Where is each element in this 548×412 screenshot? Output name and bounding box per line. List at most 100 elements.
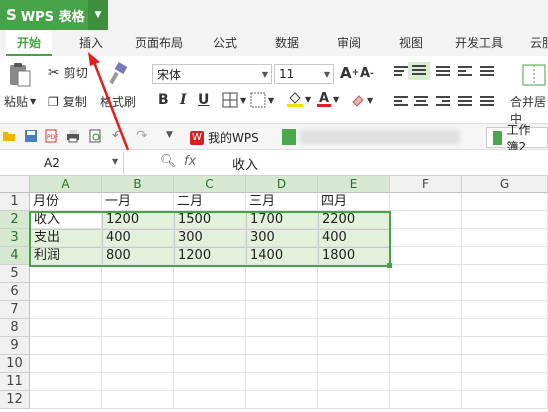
cell-e3[interactable]: 400 [318, 229, 390, 247]
row-header-3[interactable]: 3 [0, 229, 30, 247]
cell-g7[interactable] [462, 301, 548, 319]
tab-cloud[interactable]: 云服 [522, 30, 548, 56]
cell-c2[interactable]: 1500 [174, 211, 246, 229]
cell-g12[interactable] [462, 391, 548, 409]
cell-b8[interactable] [102, 319, 174, 337]
formula-input[interactable]: 收入 [232, 154, 258, 173]
column-header-c[interactable]: C [174, 176, 246, 193]
cell-e2[interactable]: 2200 [318, 211, 390, 229]
cell-g9[interactable] [462, 337, 548, 355]
font-color-button[interactable]: A ▼ [316, 90, 339, 108]
fill-color-button[interactable]: ▼ [286, 90, 311, 108]
cell-a7[interactable] [30, 301, 102, 319]
cell-c5[interactable] [174, 265, 246, 283]
cell-c9[interactable] [174, 337, 246, 355]
cell-g11[interactable] [462, 373, 548, 391]
cell-d11[interactable] [246, 373, 318, 391]
cell-e6[interactable] [318, 283, 390, 301]
cell-c3[interactable]: 300 [174, 229, 246, 247]
cell-a3[interactable]: 支出 [30, 229, 102, 247]
cell-b5[interactable] [102, 265, 174, 283]
cell-b6[interactable] [102, 283, 174, 301]
cell-a11[interactable] [30, 373, 102, 391]
cell-b11[interactable] [102, 373, 174, 391]
cut-button[interactable]: ✂ 剪切 [48, 64, 88, 81]
cell-f1[interactable] [390, 193, 462, 211]
row-header-6[interactable]: 6 [0, 283, 30, 301]
cell-b4[interactable]: 800 [102, 247, 174, 265]
cell-d1[interactable]: 三月 [246, 193, 318, 211]
justify-icon[interactable] [458, 96, 472, 108]
distributed-icon[interactable] [480, 96, 494, 108]
align-right-icon[interactable] [436, 96, 450, 108]
row-header-10[interactable]: 10 [0, 355, 30, 373]
merge-border-button[interactable]: ▼ [250, 92, 274, 108]
cell-c7[interactable] [174, 301, 246, 319]
cell-b12[interactable] [102, 391, 174, 409]
cell-e12[interactable] [318, 391, 390, 409]
cell-e9[interactable] [318, 337, 390, 355]
shrink-font-button[interactable]: A- [360, 66, 374, 81]
zoom-search-icon[interactable]: 🔍︎ [160, 154, 177, 169]
tab-review[interactable]: 审阅 [328, 30, 370, 56]
indent-icon[interactable] [480, 66, 494, 78]
cell-g10[interactable] [462, 355, 548, 373]
cell-g2[interactable] [462, 211, 548, 229]
name-box-dropdown-icon[interactable]: ▼ [112, 157, 118, 166]
row-header-1[interactable]: 1 [0, 193, 30, 211]
cell-d3[interactable]: 300 [246, 229, 318, 247]
cell-c4[interactable]: 1200 [174, 247, 246, 265]
insert-function-icon[interactable]: fx [184, 154, 196, 169]
cell-g4[interactable] [462, 247, 548, 265]
cell-a2[interactable]: 收入 [30, 211, 102, 229]
cell-d2[interactable]: 1700 [246, 211, 318, 229]
cell-e7[interactable] [318, 301, 390, 319]
cell-f9[interactable] [390, 337, 462, 355]
save-icon[interactable] [24, 129, 38, 143]
row-header-9[interactable]: 9 [0, 337, 30, 355]
cell-d9[interactable] [246, 337, 318, 355]
grow-font-button[interactable]: A + [340, 64, 359, 82]
tab-workbook2[interactable]: 工作簿2 [486, 123, 548, 154]
cell-f2[interactable] [390, 211, 462, 229]
cell-g1[interactable] [462, 193, 548, 211]
row-header-12[interactable]: 12 [0, 391, 30, 409]
cell-b10[interactable] [102, 355, 174, 373]
cell-d6[interactable] [246, 283, 318, 301]
export-pdf-icon[interactable]: PDF [44, 129, 58, 143]
cell-f11[interactable] [390, 373, 462, 391]
cell-d7[interactable] [246, 301, 318, 319]
cell-g5[interactable] [462, 265, 548, 283]
cell-g3[interactable] [462, 229, 548, 247]
cell-d12[interactable] [246, 391, 318, 409]
row-header-8[interactable]: 8 [0, 319, 30, 337]
row-header-5[interactable]: 5 [0, 265, 30, 283]
bold-button[interactable]: B [158, 92, 169, 108]
quick-access-dropdown-icon[interactable]: ▼ [166, 130, 173, 140]
cell-c8[interactable] [174, 319, 246, 337]
cell-a4[interactable]: 利润 [30, 247, 102, 265]
cell-f6[interactable] [390, 283, 462, 301]
cell-c1[interactable]: 二月 [174, 193, 246, 211]
cell-b2[interactable]: 1200 [102, 211, 174, 229]
cell-e10[interactable] [318, 355, 390, 373]
undo-icon[interactable]: ↶ [112, 128, 124, 144]
cell-b7[interactable] [102, 301, 174, 319]
cell-c6[interactable] [174, 283, 246, 301]
row-header-2[interactable]: 2 [0, 211, 30, 229]
redo-icon[interactable]: ↷ [136, 128, 148, 144]
cell-a6[interactable] [30, 283, 102, 301]
cell-c11[interactable] [174, 373, 246, 391]
cell-a12[interactable] [30, 391, 102, 409]
cell-b1[interactable]: 一月 [102, 193, 174, 211]
row-header-4[interactable]: 4 [0, 247, 30, 265]
font-name-select[interactable]: 宋体 ▼ [152, 64, 272, 84]
column-header-f[interactable]: F [390, 176, 462, 193]
format-painter-button[interactable]: 格式刷 [100, 93, 136, 110]
cell-e8[interactable] [318, 319, 390, 337]
cell-a1[interactable]: 月份 [30, 193, 102, 211]
cell-d8[interactable] [246, 319, 318, 337]
cell-a8[interactable] [30, 319, 102, 337]
align-bottom-icon[interactable] [436, 66, 450, 78]
cell-c10[interactable] [174, 355, 246, 373]
